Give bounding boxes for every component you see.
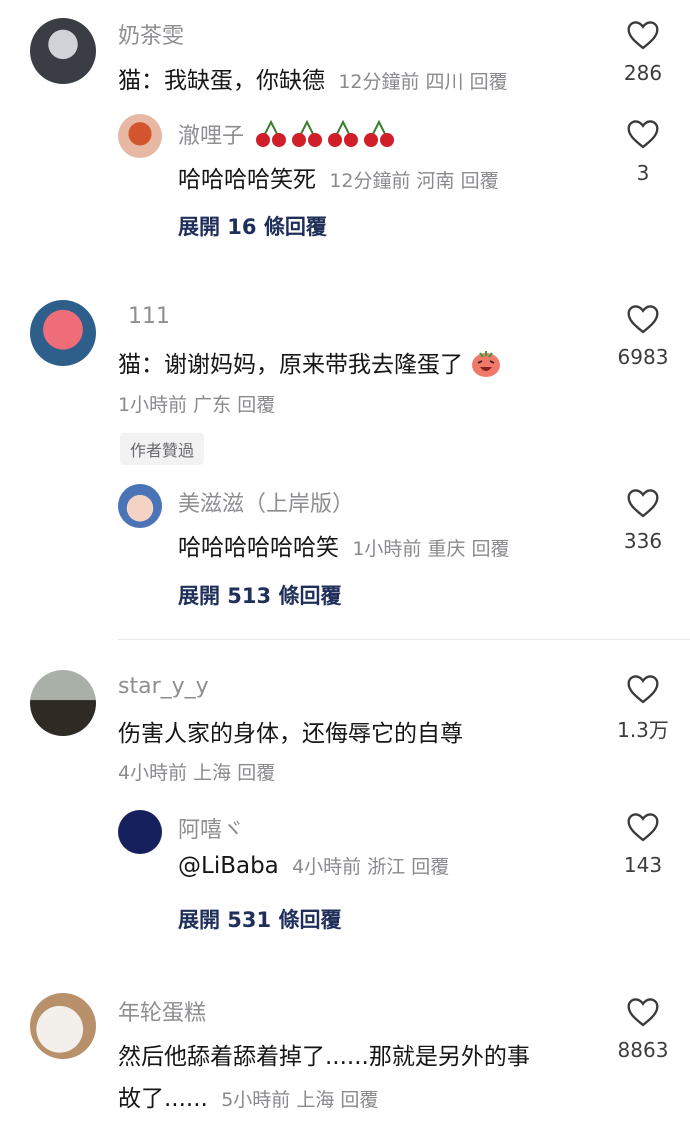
like-count: 3 [636, 161, 650, 185]
comment-body: 故了...... [118, 1086, 208, 1112]
timestamp: 4小時前 [292, 856, 362, 878]
comment-body: 猫：谢谢妈妈，原来带我去隆蛋了 [118, 352, 463, 378]
heart-icon[interactable] [598, 119, 688, 153]
reply-meta: 1小時前 重庆 回覆 [352, 538, 509, 560]
comment-username[interactable]: star_y_y [118, 674, 209, 699]
location: 重庆 [427, 538, 466, 560]
comment-username[interactable]: 111 [128, 304, 170, 329]
heart-icon[interactable] [598, 20, 688, 54]
avatar[interactable] [30, 300, 96, 366]
like-count: 8863 [617, 1038, 669, 1062]
avatar[interactable] [30, 993, 96, 1059]
heart-icon[interactable] [598, 304, 688, 338]
reply-body: 哈哈哈哈笑死 [178, 167, 316, 193]
reply-username[interactable]: 阿嘻ヾ [178, 812, 244, 844]
comment-body: 猫：我缺蛋，你缺德 [118, 68, 325, 94]
laughing-emoji-icon [470, 348, 502, 384]
like-count: 1.3万 [617, 718, 669, 742]
reply-link[interactable]: 回覆 [470, 71, 508, 93]
timestamp: 1小時前 [352, 538, 422, 560]
timestamp: 5小時前 [221, 1089, 291, 1111]
comment-2: 111 猫：谢谢妈妈，原来带我去隆蛋了 1小時前 广东 回覆 作者贊過 6983… [0, 290, 690, 630]
reply-link[interactable]: 回覆 [472, 538, 510, 560]
reply-username-text: 澈哩子 [178, 124, 245, 149]
like-count: 286 [623, 61, 663, 85]
location: 河南 [416, 170, 455, 192]
heart-icon[interactable] [598, 997, 688, 1031]
heart-icon[interactable] [598, 674, 688, 708]
expand-replies-button[interactable]: 展開 513 條回覆 [178, 580, 341, 610]
reply-text: @LiBaba 4小時前 浙江 回覆 [178, 852, 449, 879]
reply-text: 哈哈哈哈哈哈笑 1小時前 重庆 回覆 [178, 528, 510, 562]
comment-text: 猫：谢谢妈妈，原来带我去隆蛋了 [118, 345, 502, 384]
reply-body: 哈哈哈哈哈哈笑 [178, 535, 339, 561]
comment-meta: 1小時前 广东 回覆 [118, 390, 275, 417]
reply-text: 哈哈哈哈笑死 12分鐘前 河南 回覆 [178, 160, 499, 194]
reply-avatar[interactable] [118, 810, 162, 854]
timestamp: 12分鐘前 [338, 71, 420, 93]
reply-avatar[interactable] [118, 484, 162, 528]
comment-1: 奶茶雯 猫：我缺蛋，你缺德 12分鐘前 四川 回覆 286 澈哩子 哈哈哈哈笑死… [0, 0, 690, 270]
reply-username[interactable]: 澈哩子 [178, 118, 395, 156]
comment-text: 伤害人家的身体，还侮辱它的自尊 [118, 721, 463, 747]
comment-username[interactable]: 年轮蛋糕 [118, 995, 206, 1027]
location: 上海 [193, 762, 232, 784]
timestamp: 12分鐘前 [329, 170, 411, 192]
reply-body[interactable]: @LiBaba [178, 853, 279, 879]
comment-text: 猫：我缺蛋，你缺德 12分鐘前 四川 回覆 [118, 61, 508, 95]
comment-meta: 5小時前 上海 回覆 [221, 1089, 378, 1111]
like-count: 6983 [617, 345, 669, 369]
comment-username[interactable]: 奶茶雯 [118, 18, 184, 50]
avatar[interactable] [30, 18, 96, 84]
like-count: 143 [623, 853, 663, 877]
comment-4: 年轮蛋糕 然后他舔着舔着掉了......那就是另外的事 故了...... 5小時… [0, 985, 690, 1121]
like-count: 336 [623, 529, 663, 553]
comment-3: star_y_y 伤害人家的身体，还侮辱它的自尊 4小時前 上海 回覆 1.3万… [0, 660, 690, 950]
reply-meta: 4小時前 浙江 回覆 [292, 856, 449, 878]
expand-replies-button[interactable]: 展開 16 條回覆 [178, 211, 327, 241]
comment-meta: 12分鐘前 四川 回覆 [338, 71, 507, 93]
location: 广东 [193, 394, 232, 416]
reply-avatar[interactable] [118, 114, 162, 158]
reply-meta: 12分鐘前 河南 回覆 [329, 170, 498, 192]
reply-link[interactable]: 回覆 [237, 394, 275, 416]
divider [118, 639, 690, 640]
location: 上海 [296, 1089, 335, 1111]
reply-link[interactable]: 回覆 [237, 762, 275, 784]
heart-icon[interactable] [598, 488, 688, 522]
avatar[interactable] [30, 670, 96, 736]
comment-meta: 4小時前 上海 回覆 [118, 758, 275, 785]
reply-link[interactable]: 回覆 [411, 856, 449, 878]
author-liked-badge: 作者贊過 [120, 433, 205, 465]
comment-text-line-2: 故了...... 5小時前 上海 回覆 [118, 1079, 378, 1113]
reply-link[interactable]: 回覆 [461, 170, 499, 192]
timestamp: 4小時前 [118, 762, 188, 784]
expand-replies-button[interactable]: 展開 531 條回覆 [178, 904, 341, 934]
heart-icon[interactable] [598, 812, 688, 846]
cherry-emoji-icon [255, 118, 395, 156]
location: 四川 [425, 71, 464, 93]
location: 浙江 [367, 856, 406, 878]
timestamp: 1小時前 [118, 394, 188, 416]
reply-link[interactable]: 回覆 [340, 1089, 378, 1111]
reply-username[interactable]: 美滋滋（上岸版） [178, 486, 354, 518]
comment-text-line-1: 然后他舔着舔着掉了......那就是另外的事 [118, 1044, 530, 1070]
